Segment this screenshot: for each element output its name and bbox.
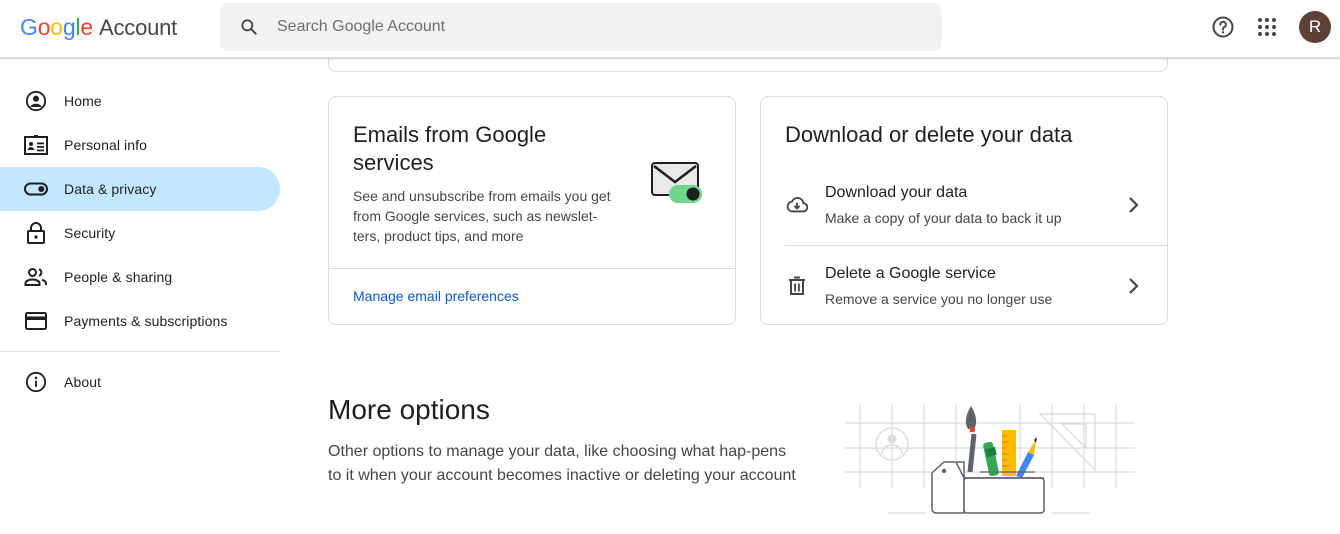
more-options-description: Other options to manage your data, like … [328,443,796,484]
row-subtitle: Make a copy of your data to back it up [825,210,1062,226]
sidebar-item-payments-subscriptions[interactable]: Payments & subscriptions [0,299,280,343]
google-account-logo[interactable]: Google Account [20,14,177,41]
download-delete-card: Download or delete your data Download yo… [760,96,1169,325]
people-icon [24,265,48,289]
card-divider [329,268,735,269]
logo-letter: o [50,14,63,40]
sidebar-item-label: Personal info [64,137,148,153]
row-subtitle: Remove a service you no longer use [825,290,1053,307]
sidebar-divider [0,351,280,352]
sidebar-item-label: Home [64,93,102,109]
chevron-right-icon [1121,193,1145,217]
logo-letter: o [37,14,51,40]
chevron-right-icon [1121,274,1145,298]
logo-letter: e [80,14,93,40]
credit-card-icon [24,309,48,333]
sidebar-item-personal-info[interactable]: Personal info [0,123,280,167]
trash-icon [785,274,809,298]
sidebar-item-label: Security [64,225,116,241]
logo-product-name: Account [99,15,178,40]
row-title: Delete a Google service [825,264,996,282]
row-title: Download your data [825,184,968,201]
apps-button[interactable] [1255,15,1279,39]
download-card-title: Download or delete your data [785,122,1073,147]
lock-icon [24,221,48,245]
logo-letter: g [62,14,76,40]
sidebar-item-label: Payments & subscriptions [64,313,228,329]
app-header: Google Account R [0,0,1340,58]
help-button[interactable] [1211,15,1235,39]
more-options-heading: More options [328,394,490,425]
sidebar-item-security[interactable]: Security [0,211,280,255]
download-your-data-row[interactable]: Download your data Make a copy of your d… [785,165,1169,245]
help-icon [1212,16,1234,38]
email-toggle-illustration-icon [651,162,702,203]
search-input[interactable] [277,18,877,36]
toggle-icon [24,177,48,201]
search-icon[interactable] [239,17,259,37]
sidebar-item-home[interactable]: Home [0,79,280,123]
sidebar-item-data-privacy[interactable]: Data & privacy [0,167,280,211]
account-avatar[interactable]: R [1299,11,1331,43]
sidebar-nav: Home Personal info Data & privacy Securi… [0,79,280,404]
id-card-icon [24,133,48,157]
home-account-icon [24,89,48,113]
info-icon [24,370,48,394]
toolbox-illustration-icon [845,405,1135,514]
sidebar-item-label: Data & privacy [64,181,157,197]
sidebar-item-label: About [64,374,102,390]
emails-card-description: See and unsubscribe from emails you get … [353,188,611,244]
search-bar[interactable] [220,3,942,51]
logo-letter: G [20,14,38,40]
sidebar-item-about[interactable]: About [0,360,280,404]
cloud-download-icon [785,193,809,217]
apps-grid-icon [1258,18,1276,36]
delete-google-service-row[interactable]: Delete a Google service Remove a service… [785,245,1169,325]
sidebar-item-people-sharing[interactable]: People & sharing [0,255,280,299]
manage-email-preferences-link[interactable]: Manage email preferences [353,288,519,304]
emails-card: Emails from Google services See and unsu… [328,96,736,325]
sidebar-item-label: People & sharing [64,269,173,285]
emails-card-title: Emails from Google services [353,122,547,175]
